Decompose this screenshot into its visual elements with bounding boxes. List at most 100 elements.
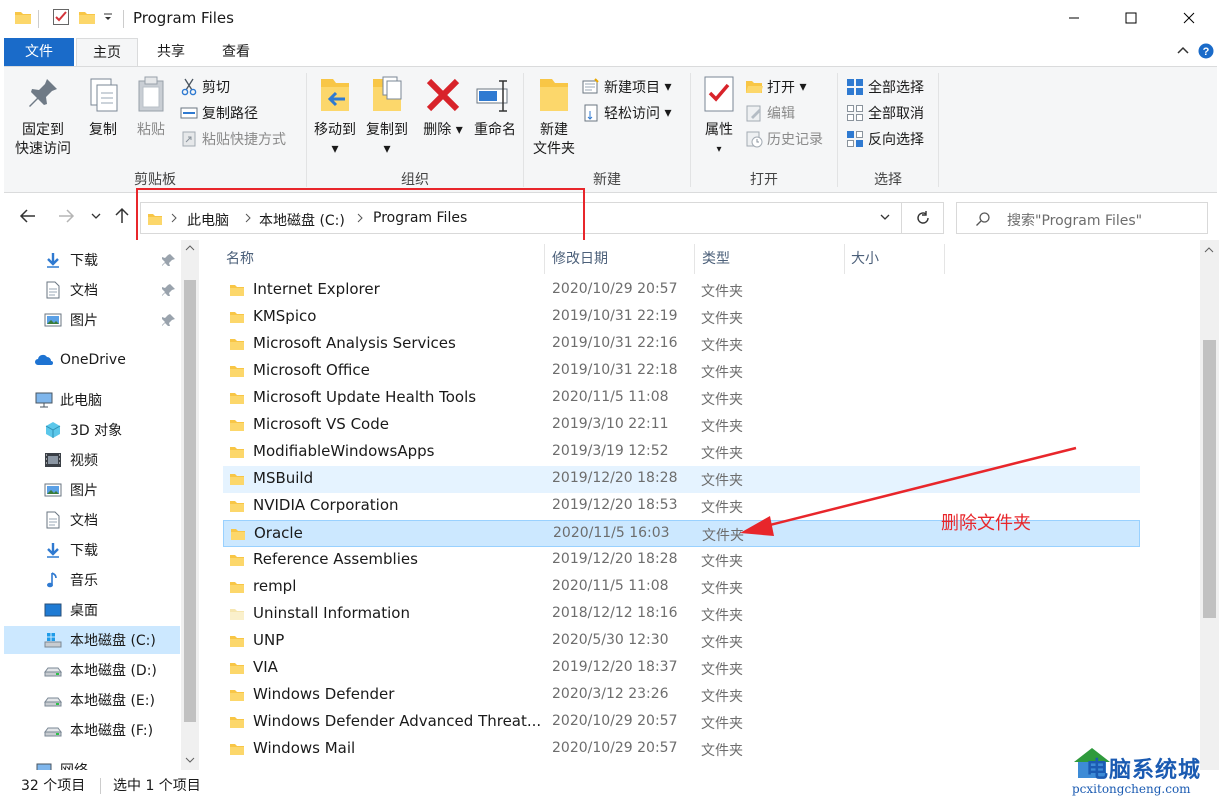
copy-path-button[interactable]: 复制路径 — [180, 101, 258, 125]
open-button[interactable]: 打开 ▾ — [745, 75, 806, 99]
nav-item-desktop[interactable]: 桌面 — [4, 596, 180, 624]
table-row[interactable]: UNP 2020/5/30 12:30 文件夹 — [223, 628, 1140, 655]
tab-share[interactable]: 共享 — [144, 38, 198, 66]
tab-file[interactable]: 文件 — [4, 38, 74, 66]
folder-icon — [231, 529, 245, 540]
nav-item-this-pc[interactable]: 此电脑 — [4, 386, 180, 414]
nav-item-3d-objects[interactable]: 3D 对象 — [4, 416, 180, 444]
search-box[interactable]: 搜索"Program Files" — [956, 202, 1208, 234]
navigation-scroll-thumb[interactable] — [184, 280, 196, 722]
scroll-up-icon[interactable] — [1204, 246, 1214, 254]
nav-item-music[interactable]: 音乐 — [4, 566, 180, 594]
properties-button[interactable]: 属性 ▾ — [695, 73, 743, 159]
table-row[interactable]: VIA 2019/12/20 18:37 文件夹 — [223, 655, 1140, 682]
pin-icon[interactable] — [162, 253, 176, 267]
file-name: rempl — [253, 577, 297, 595]
paste-shortcut-button[interactable]: 粘贴快捷方式 — [180, 127, 286, 151]
nav-item-local-disk-e[interactable]: 本地磁盘 (E:) — [4, 686, 180, 714]
nav-item-local-disk-d[interactable]: 本地磁盘 (D:) — [4, 656, 180, 684]
up-arrow-icon[interactable] — [112, 206, 132, 226]
file-type: 文件夹 — [701, 581, 743, 597]
collapse-ribbon-icon[interactable] — [1176, 44, 1190, 58]
table-row[interactable]: Windows Mail 2020/10/29 20:57 文件夹 — [223, 736, 1140, 763]
nav-item-quick-documents[interactable]: 文档 — [4, 276, 180, 304]
invert-selection-button[interactable]: 反向选择 — [846, 127, 924, 151]
nav-item-downloads[interactable]: 下载 — [4, 536, 180, 564]
back-arrow-icon[interactable] — [18, 206, 38, 226]
svg-text:?: ? — [1203, 46, 1210, 58]
pin-icon[interactable] — [162, 283, 176, 297]
table-row[interactable]: Microsoft Analysis Services 2019/10/31 22… — [223, 331, 1140, 358]
nav-item-documents[interactable]: 文档 — [4, 506, 180, 534]
tab-view[interactable]: 查看 — [208, 38, 264, 66]
maximize-button[interactable] — [1108, 0, 1154, 36]
table-row[interactable]: Windows Defender Advanced Threat... 2020/… — [223, 709, 1140, 736]
file-date: 2020/5/30 12:30 — [552, 632, 669, 648]
column-header-name[interactable]: 名称 — [226, 248, 254, 268]
table-row[interactable]: Internet Explorer 2020/10/29 20:57 文件夹 — [223, 277, 1140, 304]
minimize-button[interactable] — [1051, 0, 1097, 36]
nav-item-pictures[interactable]: 图片 — [4, 476, 180, 504]
table-row[interactable]: Microsoft Update Health Tools 2020/11/5 1… — [223, 385, 1140, 412]
table-row[interactable]: Uninstall Information 2018/12/12 18:16 文件夹 — [223, 601, 1140, 628]
table-row[interactable]: Microsoft VS Code 2019/3/10 22:11 文件夹 — [223, 412, 1140, 439]
customize-quick-access-icon[interactable] — [103, 12, 113, 22]
nav-item-local-disk-c[interactable]: 本地磁盘 (C:) — [4, 626, 180, 654]
scroll-up-icon[interactable] — [185, 244, 195, 252]
nav-item-quick-pictures[interactable]: 图片 — [4, 306, 180, 334]
move-to-button[interactable]: 移动到 ▾ — [309, 73, 361, 159]
table-row[interactable]: Microsoft Office 2019/10/31 22:18 文件夹 — [223, 358, 1140, 385]
table-row[interactable]: KMSpico 2019/10/31 22:19 文件夹 — [223, 304, 1140, 331]
paste-button[interactable]: 粘贴 — [128, 73, 174, 140]
column-header-date[interactable]: 修改日期 — [552, 248, 608, 268]
scroll-down-icon[interactable] — [185, 756, 195, 764]
history-button[interactable]: 历史记录 — [745, 127, 823, 151]
nav-item-network[interactable]: 网络 — [4, 756, 180, 770]
nav-label: OneDrive — [60, 352, 126, 368]
column-separator[interactable] — [944, 244, 945, 274]
column-separator[interactable] — [694, 244, 695, 274]
nav-item-local-disk-f[interactable]: 本地磁盘 (F:) — [4, 716, 180, 744]
table-row[interactable]: Windows Defender 2020/3/12 23:26 文件夹 — [223, 682, 1140, 709]
easy-access-icon — [584, 104, 598, 122]
copy-to-button[interactable]: 复制到 ▾ — [361, 73, 413, 159]
download-icon — [47, 543, 59, 558]
tab-home[interactable]: 主页 — [76, 38, 138, 66]
column-header-size[interactable]: 大小 — [851, 248, 879, 268]
nav-item-videos[interactable]: 视频 — [4, 446, 180, 474]
organize-group: 移动到 ▾ 复制到 ▾ 删除 ▾ 重命名 组织 — [307, 67, 523, 193]
column-separator[interactable] — [844, 244, 845, 274]
forward-arrow-icon[interactable] — [56, 206, 76, 226]
cut-button[interactable]: 剪切 — [180, 75, 230, 99]
copy-path-label: 复制路径 — [202, 106, 258, 122]
folder-icon — [230, 393, 244, 404]
pin-icon[interactable] — [162, 313, 176, 327]
select-none-button[interactable]: 全部取消 — [846, 101, 924, 125]
address-dropdown-chevron-icon[interactable] — [879, 213, 891, 223]
new-folder-button[interactable]: 新建 文件夹 — [526, 73, 582, 159]
table-row[interactable]: Reference Assemblies 2019/12/20 18:28 文件夹 — [223, 547, 1140, 574]
column-separator[interactable] — [544, 244, 545, 274]
rename-button[interactable]: 重命名 — [469, 73, 521, 140]
pin-to-quick-access-button[interactable]: 固定到 快速访问 — [8, 73, 78, 159]
help-icon[interactable]: ? — [1198, 43, 1214, 59]
select-all-button[interactable]: 全部选择 — [846, 75, 924, 99]
nav-item-quick-downloads[interactable]: 下载 — [4, 246, 180, 274]
close-button[interactable] — [1166, 0, 1212, 36]
folder-icon — [230, 555, 244, 566]
edit-button[interactable]: 编辑 — [745, 101, 795, 125]
refresh-button[interactable] — [902, 202, 944, 234]
file-list-scroll-thumb[interactable] — [1203, 340, 1216, 618]
table-row[interactable]: rempl 2020/11/5 11:08 文件夹 — [223, 574, 1140, 601]
recent-locations-chevron-icon[interactable] — [90, 212, 102, 222]
properties-quick-icon[interactable] — [52, 8, 70, 26]
delete-button[interactable]: 删除 ▾ — [421, 73, 465, 140]
status-bar: 32 个项目 选中 1 个项目 — [0, 770, 1219, 801]
nav-item-onedrive[interactable]: OneDrive — [4, 346, 180, 374]
column-header-type[interactable]: 类型 — [702, 248, 730, 268]
new-item-button[interactable]: 新建项目 ▾ — [582, 75, 671, 99]
new-folder-quick-icon[interactable] — [78, 8, 96, 26]
copy-button[interactable]: 复制 — [80, 73, 126, 140]
nav-label: 本地磁盘 (F:) — [70, 723, 154, 739]
easy-access-button[interactable]: 轻松访问 ▾ — [582, 101, 671, 125]
